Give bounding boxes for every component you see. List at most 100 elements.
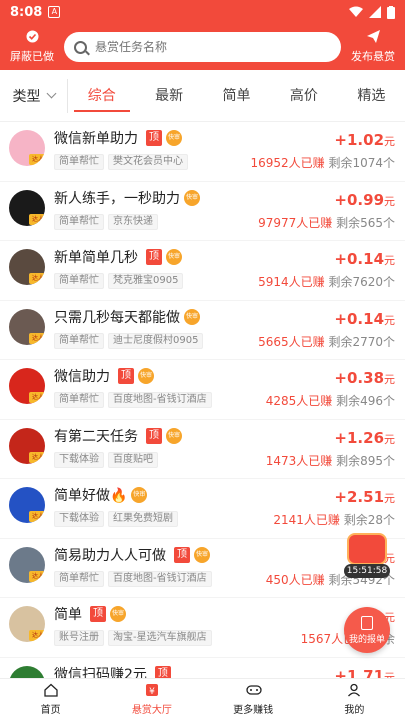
task-price-value: +1.02 (334, 131, 384, 149)
task-tag: 下载体验 (54, 451, 104, 468)
task-item[interactable]: 达人 简单好做🔥 快审 下载体验 红果免费短剧 +2.51元 2141人已赚 剩余… (0, 479, 405, 539)
nav-more-earn[interactable]: 更多赚钱 (203, 679, 304, 720)
task-price-unit: 元 (384, 194, 395, 208)
task-item[interactable]: 达人 新人练手，一秒助力 快审 简单帮忙 京东快递 +0.99元 97977人已赚… (0, 182, 405, 241)
task-remaining: 剩余496个 (336, 394, 395, 408)
top-badge: 顶 (174, 546, 190, 563)
nav-reward-hall-label: 悬赏大厅 (131, 705, 172, 716)
nav-reward-hall[interactable]: ¥ 悬赏大厅 (101, 679, 202, 720)
task-title-row: 新单简单几秒 顶 快审 (54, 247, 182, 267)
task-tag: 下载体验 (54, 511, 104, 527)
task-title-row: 微信助力 顶 快审 (54, 366, 154, 386)
task-price-value: +0.14 (334, 309, 384, 328)
task-avatar: 达人 (9, 130, 45, 166)
task-title-row: 微信新单助力 顶 快审 (54, 128, 182, 148)
task-earned: 16952人已赚 (250, 156, 325, 170)
nav-home-label: 首页 (40, 705, 61, 716)
task-title: 微信新单助力 (54, 131, 138, 147)
avatar-badge: 达人 (29, 213, 45, 225)
task-title-row: 简单 顶 快审 (54, 604, 126, 624)
task-stats: 5665人已赚 剩余2770个 (258, 333, 395, 350)
task-stats: 2141人已赚 剩余28个 (273, 511, 395, 528)
task-title-row: 简单好做🔥 快审 (54, 485, 148, 505)
task-title-row: 微信扫码赚2元 顶 (54, 664, 171, 679)
top-badge: 顶 (146, 130, 162, 146)
task-title-row: 简易助力人人可做 顶 快审 (54, 545, 210, 565)
document-icon (361, 615, 373, 630)
task-tags: 简单帮忙 京东快递 (54, 213, 158, 230)
task-price-value: +0.38 (334, 369, 384, 387)
tab-featured[interactable]: 精选 (338, 70, 405, 122)
red-envelope-float[interactable]: 15:51:58 (344, 533, 390, 578)
task-item[interactable]: 达人 新单简单几秒 顶 快审 简单帮忙 梵克雅宝0905 +0.14元 5914人… (0, 241, 405, 301)
task-price: +0.99元 (334, 191, 395, 209)
task-remaining: 剩余7620个 (328, 275, 395, 289)
publish-reward-button[interactable]: 发布悬赏 (347, 30, 399, 64)
task-price-unit: 元 (384, 135, 395, 148)
task-earned: 97977人已赚 (258, 215, 333, 230)
task-earned: 450人已赚 (265, 572, 325, 587)
send-icon (366, 30, 380, 46)
publish-reward-label: 发布悬赏 (351, 50, 395, 63)
task-price: +0.14元 (334, 250, 395, 268)
fast-review-badge: 快审 (184, 308, 200, 325)
task-price-value: +0.14 (334, 250, 384, 268)
hide-done-label: 屏蔽已做 (10, 50, 54, 63)
task-tags: 简单帮忙 百度地图-省钱订酒店 (54, 392, 212, 408)
type-filter[interactable]: 类型 (0, 78, 68, 113)
search-bar[interactable] (64, 32, 341, 62)
tab-comprehensive[interactable]: 综合 (68, 70, 135, 122)
status-icons (349, 5, 395, 19)
task-title: 简单好做🔥 (54, 488, 128, 504)
task-earned: 1473人已赚 (265, 453, 333, 468)
my-orders-button[interactable]: 我的报单 (344, 607, 390, 653)
task-item[interactable]: 达人 微信助力 顶 快审 简单帮忙 百度地图-省钱订酒店 +0.38元 4285人… (0, 360, 405, 420)
task-tags: 账号注册 淘宝-星选汽车旗舰店 (54, 630, 212, 646)
task-item[interactable]: 微信扫码赚2元 顶 +1.71元 (0, 658, 405, 679)
fast-review-badge: 快审 (110, 606, 126, 622)
avatar-badge: 达人 (29, 392, 45, 403)
task-price: +1.26元 (334, 429, 395, 447)
hide-done-button[interactable]: 屏蔽已做 (6, 30, 58, 64)
tab-simple[interactable]: 简单 (203, 70, 270, 122)
nav-mine[interactable]: 我的 (304, 679, 405, 720)
task-tags: 简单帮忙 梵克雅宝0905 (54, 273, 184, 289)
avatar-badge: 达人 (29, 273, 45, 284)
task-tag: 百度地图-省钱订酒店 (108, 570, 212, 587)
red-envelope-icon (347, 533, 387, 565)
task-tags: 下载体验 百度贴吧 (54, 451, 158, 468)
task-item[interactable]: 达人 有第二天任务 顶 快审 下载体验 百度贴吧 +1.26元 1473人已赚 剩… (0, 420, 405, 479)
task-list: 达人 微信新单助力 顶 快审 简单帮忙 樊文花会员中心 +1.02元 16952人… (0, 122, 405, 678)
task-price: +0.14元 (334, 310, 395, 328)
search-input[interactable] (95, 40, 295, 54)
avatar-badge: 达人 (29, 154, 45, 165)
task-price: +1.71元 (334, 667, 395, 679)
tab-latest[interactable]: 最新 (135, 70, 202, 122)
task-item[interactable]: 达人 只需几秒每天都能做 快审 简单帮忙 迪士尼度假村0905 +0.14元 56… (0, 301, 405, 360)
top-header: 屏蔽已做 发布悬赏 (0, 24, 405, 70)
top-badge: 顶 (118, 368, 134, 384)
fast-review-badge: 快审 (166, 249, 182, 265)
task-tags: 下载体验 红果免费短剧 (54, 511, 178, 527)
nav-mine-label: 我的 (344, 705, 365, 716)
top-badge: 顶 (146, 427, 162, 444)
nav-home[interactable]: 首页 (0, 679, 101, 720)
task-remaining: 剩余2770个 (328, 334, 395, 349)
task-price-value: +1.26 (334, 428, 384, 447)
task-price-value: +1.71 (334, 666, 384, 679)
task-tag: 简单帮忙 (54, 392, 104, 408)
task-tag: 京东快递 (108, 213, 158, 230)
task-tag: 简单帮忙 (54, 273, 104, 289)
tab-high-price[interactable]: 高价 (270, 70, 337, 122)
task-avatar: 达人 (9, 249, 45, 285)
task-title: 微信助力 (54, 369, 110, 385)
task-tags: 简单帮忙 樊文花会员中心 (54, 154, 188, 170)
category-tabs: 类型 综合 最新 简单 高价 精选 (0, 70, 405, 122)
task-item[interactable]: 达人 微信新单助力 顶 快审 简单帮忙 樊文花会员中心 +1.02元 16952人… (0, 122, 405, 182)
task-avatar: 达人 (9, 368, 45, 404)
task-tag: 简单帮忙 (54, 570, 104, 587)
status-time: 8:08 (10, 4, 43, 20)
task-title: 微信扫码赚2元 (54, 666, 147, 679)
task-tag: 简单帮忙 (54, 154, 104, 170)
task-price-value: +2.51 (334, 488, 384, 506)
